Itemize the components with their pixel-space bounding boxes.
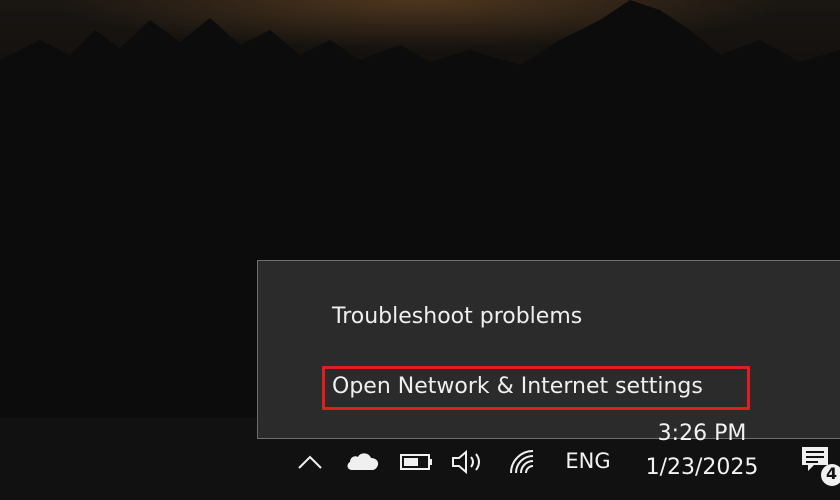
- onedrive-cloud-icon[interactable]: [343, 444, 383, 480]
- volume-icon[interactable]: [448, 444, 488, 480]
- notification-count-badge: 4: [826, 464, 838, 483]
- action-center-button[interactable]: 4: [798, 441, 840, 491]
- clock-time: 3:26 PM: [657, 421, 747, 446]
- menu-item-troubleshoot[interactable]: Troubleshoot problems: [332, 299, 582, 335]
- clock-date: 1/23/2025: [645, 455, 759, 480]
- network-context-menu: Troubleshoot problems Open Network & Int…: [257, 260, 840, 439]
- chevron-up-icon[interactable]: [294, 444, 326, 480]
- language-indicator[interactable]: ENG: [560, 445, 616, 477]
- wifi-icon[interactable]: [505, 444, 543, 480]
- clock[interactable]: 3:26 PM 1/23/2025: [634, 421, 770, 500]
- highlight-box: [322, 366, 750, 410]
- battery-icon[interactable]: [398, 444, 436, 480]
